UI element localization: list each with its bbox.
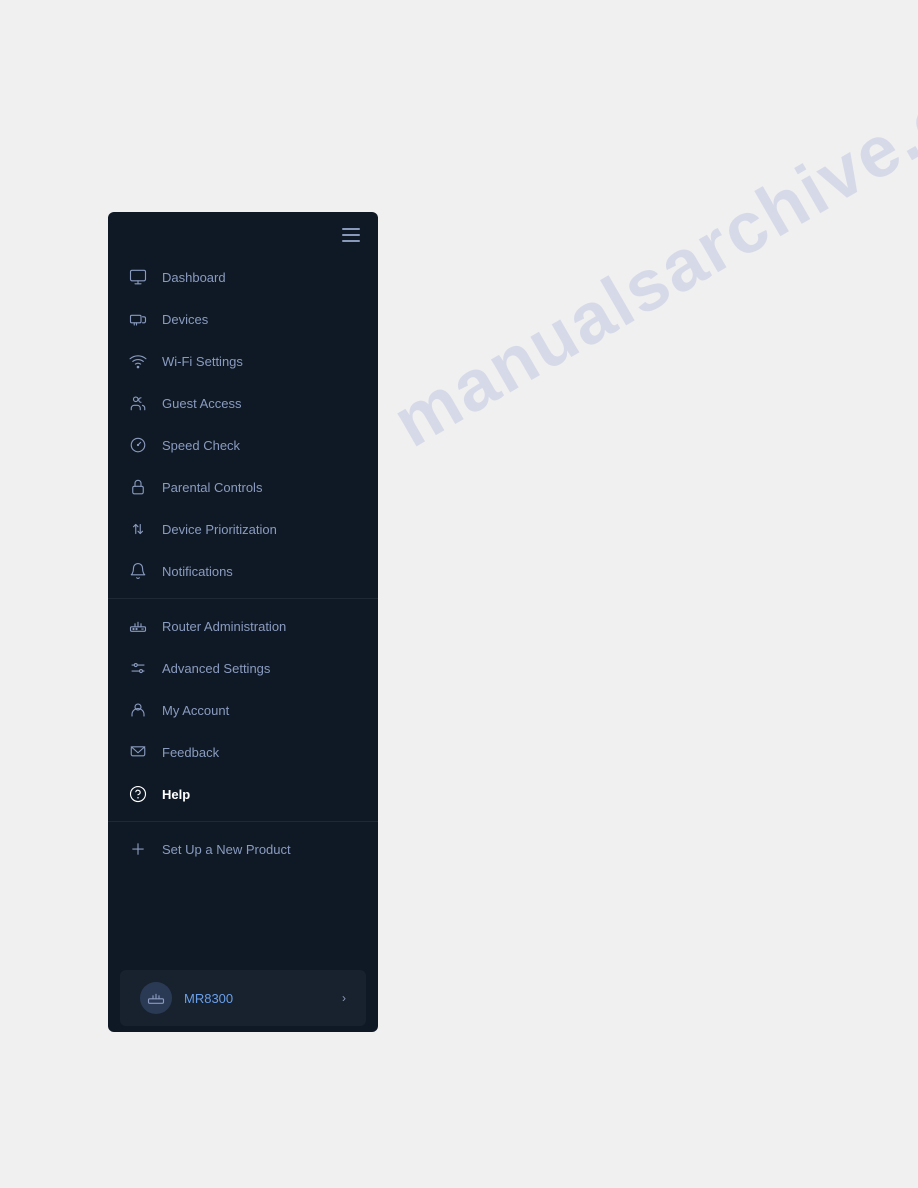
sidebar-item-notifications[interactable]: Notifications	[108, 550, 378, 592]
monitor-icon	[128, 267, 148, 287]
sidebar-item-device-prioritization-label: Device Prioritization	[162, 522, 277, 537]
sidebar-item-device-prioritization[interactable]: Device Prioritization	[108, 508, 378, 550]
router-icon	[128, 616, 148, 636]
sidebar-item-devices[interactable]: Devices	[108, 298, 378, 340]
sidebar-item-speed-check-label: Speed Check	[162, 438, 240, 453]
sidebar-item-parental-controls[interactable]: Parental Controls	[108, 466, 378, 508]
nav-list: Dashboard Devices Wi-Fi Settings Guest A…	[108, 252, 378, 964]
speed-icon	[128, 435, 148, 455]
account-icon	[128, 700, 148, 720]
sidebar-item-setup-new-product[interactable]: Set Up a New Product	[108, 828, 378, 870]
device-name: MR8300	[184, 991, 330, 1006]
sidebar-header	[108, 212, 378, 252]
sidebar-item-guest-access-label: Guest Access	[162, 396, 241, 411]
sidebar-item-setup-new-product-label: Set Up a New Product	[162, 842, 291, 857]
devices-icon	[128, 309, 148, 329]
sidebar-item-advanced-settings[interactable]: Advanced Settings	[108, 647, 378, 689]
divider-1	[108, 598, 378, 599]
menu-toggle-button[interactable]	[340, 226, 362, 244]
divider-2	[108, 821, 378, 822]
sidebar: Dashboard Devices Wi-Fi Settings Guest A…	[108, 212, 378, 1032]
sidebar-item-my-account-label: My Account	[162, 703, 229, 718]
sidebar-item-dashboard-label: Dashboard	[162, 270, 226, 285]
sidebar-item-dashboard[interactable]: Dashboard	[108, 256, 378, 298]
sidebar-item-devices-label: Devices	[162, 312, 208, 327]
help-icon	[128, 784, 148, 804]
device-avatar	[140, 982, 172, 1014]
sidebar-item-wifi-settings[interactable]: Wi-Fi Settings	[108, 340, 378, 382]
wifi-icon	[128, 351, 148, 371]
sidebar-item-my-account[interactable]: My Account	[108, 689, 378, 731]
priority-icon	[128, 519, 148, 539]
sidebar-item-router-administration-label: Router Administration	[162, 619, 286, 634]
device-row[interactable]: MR8300 ›	[120, 970, 366, 1026]
chevron-right-icon: ›	[342, 991, 346, 1005]
feedback-icon	[128, 742, 148, 762]
sidebar-item-guest-access[interactable]: Guest Access	[108, 382, 378, 424]
sidebar-item-feedback-label: Feedback	[162, 745, 219, 760]
sidebar-item-speed-check[interactable]: Speed Check	[108, 424, 378, 466]
watermark: manualsarchive.com	[380, 18, 918, 463]
guest-icon	[128, 393, 148, 413]
sidebar-item-feedback[interactable]: Feedback	[108, 731, 378, 773]
settings-icon	[128, 658, 148, 678]
lock-icon	[128, 477, 148, 497]
sidebar-item-wifi-settings-label: Wi-Fi Settings	[162, 354, 243, 369]
sidebar-item-help[interactable]: Help	[108, 773, 378, 815]
bell-icon	[128, 561, 148, 581]
plus-icon	[128, 839, 148, 859]
sidebar-item-advanced-settings-label: Advanced Settings	[162, 661, 270, 676]
sidebar-item-help-label: Help	[162, 787, 190, 802]
sidebar-item-parental-controls-label: Parental Controls	[162, 480, 262, 495]
sidebar-item-notifications-label: Notifications	[162, 564, 233, 579]
sidebar-item-router-administration[interactable]: Router Administration	[108, 605, 378, 647]
